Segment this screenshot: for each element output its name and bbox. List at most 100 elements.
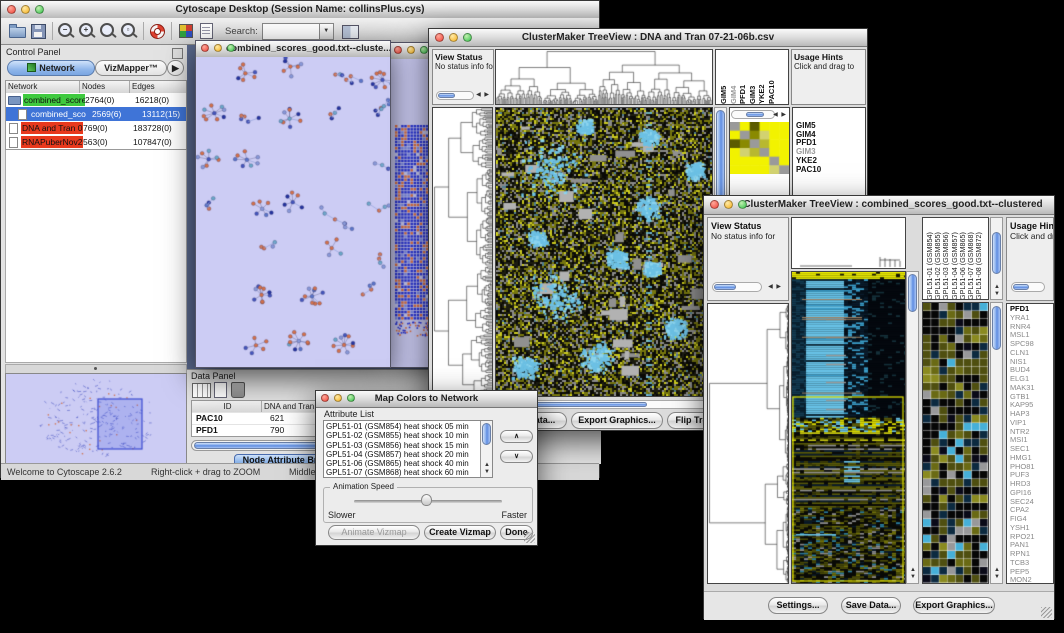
gene-label[interactable]: SEC1	[1010, 445, 1035, 454]
treeview1-titlebar[interactable]: ClusterMaker TreeView : DNA and Tran 07-…	[429, 29, 867, 47]
save-session-icon[interactable]	[28, 21, 49, 41]
scroll-arrows[interactable]: ◀ ▶	[768, 284, 782, 290]
index-book-icon[interactable]	[340, 21, 361, 41]
gene-label[interactable]: BUD4	[1010, 366, 1035, 375]
window-controls[interactable]	[201, 44, 235, 52]
zoom-out-icon[interactable]: −	[56, 21, 77, 41]
column-dendrogram[interactable]	[791, 217, 906, 269]
close-button[interactable]	[394, 46, 402, 54]
gene-label[interactable]: TCB3	[1010, 559, 1035, 568]
network-window-titlebar[interactable]: combined_scores_good.txt--cluste...	[196, 41, 390, 58]
gene-label[interactable]: HRD3	[1010, 480, 1035, 489]
gene-label[interactable]: PFD1	[796, 139, 821, 148]
column-label[interactable]: PFD1	[739, 52, 747, 104]
close-button[interactable]	[710, 200, 719, 209]
gene-label[interactable]: MSI1	[1010, 436, 1035, 445]
heatmap-vscrollbar[interactable]: ▲ ▼	[906, 271, 919, 584]
float-panel-icon[interactable]	[172, 48, 183, 59]
array-label[interactable]: GPL51-07 (GSM868)	[967, 219, 974, 300]
gene-label[interactable]: NIS1	[1010, 358, 1035, 367]
global-heatmap[interactable]	[791, 271, 906, 584]
table-mode-icon[interactable]	[192, 383, 211, 398]
close-button[interactable]	[321, 394, 329, 402]
export-graphics-button[interactable]: Export Graphics...	[913, 597, 995, 614]
detail-heatmap-canvas[interactable]	[730, 122, 789, 174]
gene-label[interactable]: FIG4	[1010, 515, 1035, 524]
attribute-list-item[interactable]: GPL51-01 (GSM854) heat shock 05 min	[326, 422, 479, 431]
move-up-button[interactable]: ∧	[500, 430, 533, 443]
gene-label[interactable]: MAK31	[1010, 384, 1035, 393]
window-controls[interactable]	[7, 5, 44, 14]
gene-label[interactable]: PFD1	[1010, 305, 1035, 314]
main-titlebar[interactable]: Cytoscape Desktop (Session Name: collins…	[1, 1, 599, 19]
window-controls[interactable]	[394, 46, 428, 54]
detail-hscrollbar[interactable]	[731, 110, 775, 119]
array-label[interactable]: GPL51-08 (GSM872)	[975, 219, 982, 300]
attribute-list-item[interactable]: GPL51-03 (GSM856) heat shock 15 min	[326, 441, 479, 450]
array-label[interactable]: GPL51-06 (GSM865)	[959, 219, 966, 300]
network-table-row[interactable]: combined_sco2569(6)13112(15)	[6, 107, 186, 121]
gene-label[interactable]: RNR4	[1010, 323, 1035, 332]
gene-label[interactable]: GIM5	[796, 122, 821, 131]
gene-label[interactable]: NTR2	[1010, 428, 1035, 437]
attribute-list-item[interactable]: GPL51-02 (GSM855) heat shock 10 min	[326, 431, 479, 440]
gene-label[interactable]: HAP3	[1010, 410, 1035, 419]
gene-label[interactable]: MSL1	[1010, 331, 1035, 340]
gene-label[interactable]: RPN1	[1010, 550, 1035, 559]
zoom-button[interactable]	[420, 46, 428, 54]
usage-scrollbar[interactable]	[1011, 282, 1045, 292]
gene-label[interactable]: GPI16	[1010, 489, 1035, 498]
attribute-list[interactable]: GPL51-01 (GSM854) heat shock 05 minGPL51…	[323, 420, 493, 478]
status-scrollbar[interactable]	[436, 91, 474, 100]
global-heatmap[interactable]	[495, 107, 713, 397]
dialog-titlebar[interactable]: Map Colors to Network	[316, 391, 537, 408]
help-lifering-icon[interactable]	[147, 21, 168, 41]
scroll-arrows[interactable]: ◀ ▶	[476, 92, 490, 98]
list-vscrollbar[interactable]: ▲ ▼	[480, 421, 492, 477]
network-overview-panel[interactable]	[5, 373, 187, 464]
gene-label[interactable]: SPC98	[1010, 340, 1035, 349]
open-session-icon[interactable]	[7, 21, 28, 41]
gene-label[interactable]: KAP95	[1010, 401, 1035, 410]
gene-label[interactable]: PUF3	[1010, 471, 1035, 480]
speed-slider-thumb[interactable]	[421, 494, 432, 506]
export-graphics-button[interactable]: Export Graphics...	[571, 412, 663, 429]
array-label[interactable]: GPL51-01 (GSM854)	[926, 219, 933, 300]
save-data-button[interactable]: Save Data...	[841, 597, 901, 614]
annotation-icon[interactable]	[196, 21, 217, 41]
gene-label[interactable]: GTB1	[1010, 393, 1035, 402]
zoom-button[interactable]	[463, 33, 472, 42]
treeview2-titlebar[interactable]: ClusterMaker TreeView : combined_scores_…	[704, 196, 1054, 215]
gene-label[interactable]: CLN1	[1010, 349, 1035, 358]
column-label[interactable]: GIM3	[749, 52, 757, 104]
gene-label[interactable]: GIM3	[796, 148, 821, 157]
detail-vscrollbar[interactable]: ▲ ▼	[990, 302, 1003, 584]
tab-overflow-arrow[interactable]: ▶	[167, 60, 184, 76]
zoom-in-icon[interactable]: +	[77, 21, 98, 41]
column-dendrogram[interactable]	[495, 49, 713, 105]
attribute-list-item[interactable]: GPL51-04 (GSM857) heat shock 20 min	[326, 450, 479, 459]
row-dendrogram[interactable]	[707, 303, 789, 584]
gene-label[interactable]: VIP1	[1010, 419, 1035, 428]
attribute-list-item[interactable]: GPL51-07 (GSM868) heat shock 60 min	[326, 468, 479, 477]
gene-label[interactable]: MON2	[1010, 576, 1035, 584]
network-table-row[interactable]: RNAPuberNov2+563(0)107847(0)	[6, 135, 186, 149]
network-table-row[interactable]: combined_scores2764(0)16218(0)	[6, 93, 186, 107]
network-table-row[interactable]: DNA and Tran 07769(0)183728(0)	[6, 121, 186, 135]
gene-label[interactable]: PEP5	[1010, 568, 1035, 577]
vscroll-thumb[interactable]	[482, 423, 491, 445]
tab-vizmapper[interactable]: VizMapper™	[95, 60, 167, 76]
vscroll-thumb[interactable]	[908, 274, 917, 312]
minimize-button[interactable]	[334, 394, 342, 402]
gene-label[interactable]: RPO21	[1010, 533, 1035, 542]
move-down-button[interactable]: ∨	[500, 450, 533, 463]
search-dropdown-arrow[interactable]: ▼	[320, 23, 334, 40]
minimize-button[interactable]	[214, 44, 222, 52]
gene-label[interactable]: PAC10	[796, 166, 821, 175]
status-scrollbar[interactable]	[712, 282, 762, 292]
array-label[interactable]: GPL51-02 (GSM855)	[934, 219, 941, 300]
minimize-button[interactable]	[21, 5, 30, 14]
close-button[interactable]	[435, 33, 444, 42]
gene-label[interactable]: YKE2	[796, 157, 821, 166]
minimize-button[interactable]	[407, 46, 415, 54]
